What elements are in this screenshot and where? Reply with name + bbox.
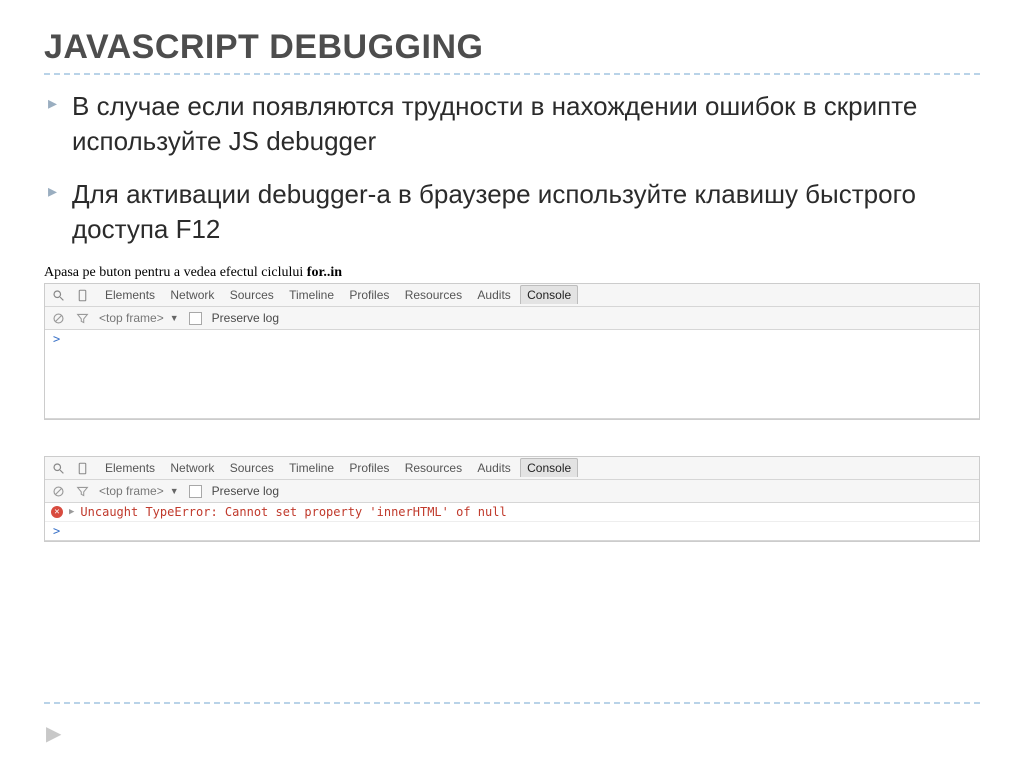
preserve-log-checkbox[interactable] (189, 312, 202, 325)
tab-sources[interactable]: Sources (224, 459, 280, 477)
slide: JAVASCRIPT DEBUGGING В случае если появл… (0, 0, 1024, 768)
devtools-panel-clean: Elements Network Sources Timeline Profil… (44, 283, 980, 420)
filter-icon[interactable] (75, 484, 89, 498)
console-prompt[interactable]: > (45, 330, 979, 348)
tab-elements[interactable]: Elements (99, 286, 161, 304)
preserve-log-label: Preserve log (212, 311, 279, 325)
frame-label: <top frame> (99, 311, 164, 325)
instruction-bold: for..in (307, 265, 342, 280)
devtools-panel-error: Elements Network Sources Timeline Profil… (44, 456, 980, 542)
device-icon[interactable] (75, 288, 89, 302)
devtools-tabs: Elements Network Sources Timeline Profil… (99, 461, 578, 475)
next-slide-icon[interactable]: ▶ (46, 721, 61, 746)
tab-resources[interactable]: Resources (399, 286, 468, 304)
tab-profiles[interactable]: Profiles (343, 286, 395, 304)
divider-bottom (44, 702, 980, 704)
instruction-prefix: Apasa pe buton pentru a vedea efectul ci… (44, 265, 307, 280)
clear-icon[interactable] (51, 311, 65, 325)
tab-profiles[interactable]: Profiles (343, 459, 395, 477)
tab-console[interactable]: Console (520, 285, 578, 304)
devtools-tabs: Elements Network Sources Timeline Profil… (99, 288, 578, 302)
search-icon[interactable] (51, 288, 65, 302)
device-icon[interactable] (75, 461, 89, 475)
frame-selector[interactable]: <top frame> ▼ (99, 484, 179, 498)
clear-icon[interactable] (51, 484, 65, 498)
chevron-down-icon: ▼ (170, 486, 179, 496)
console-output: > (45, 522, 979, 541)
slide-title: JAVASCRIPT DEBUGGING (44, 28, 980, 67)
tab-timeline[interactable]: Timeline (283, 286, 340, 304)
filter-icon[interactable] (75, 311, 89, 325)
tab-resources[interactable]: Resources (399, 459, 468, 477)
tab-audits[interactable]: Audits (471, 286, 516, 304)
console-toolbar: <top frame> ▼ Preserve log (45, 307, 979, 330)
console-output: > (45, 330, 979, 419)
bullet-item: Для активации debugger-а в браузере испо… (48, 177, 980, 247)
tab-console[interactable]: Console (520, 458, 578, 477)
expand-icon[interactable]: ▶ (69, 507, 74, 517)
bullet-list: В случае если появляются трудности в нах… (44, 89, 980, 247)
console-error-line[interactable]: ✕ ▶ Uncaught TypeError: Cannot set prope… (45, 503, 979, 522)
frame-selector[interactable]: <top frame> ▼ (99, 311, 179, 325)
bullet-item: В случае если появляются трудности в нах… (48, 89, 980, 159)
tab-network[interactable]: Network (164, 286, 220, 304)
tab-network[interactable]: Network (164, 459, 220, 477)
divider-top (44, 73, 980, 75)
error-text: Uncaught TypeError: Cannot set property … (80, 505, 506, 519)
tab-audits[interactable]: Audits (471, 459, 516, 477)
devtools-tabbar: Elements Network Sources Timeline Profil… (45, 284, 979, 307)
tab-sources[interactable]: Sources (224, 286, 280, 304)
devtools-tabbar: Elements Network Sources Timeline Profil… (45, 457, 979, 480)
preserve-log-checkbox[interactable] (189, 485, 202, 498)
search-icon[interactable] (51, 461, 65, 475)
console-toolbar: <top frame> ▼ Preserve log (45, 480, 979, 503)
chevron-down-icon: ▼ (170, 313, 179, 323)
tab-timeline[interactable]: Timeline (283, 459, 340, 477)
tab-elements[interactable]: Elements (99, 459, 161, 477)
frame-label: <top frame> (99, 484, 164, 498)
preserve-log-label: Preserve log (212, 484, 279, 498)
devtools-group: Apasa pe buton pentru a vedea efectul ci… (44, 265, 980, 542)
console-prompt[interactable]: > (45, 522, 979, 540)
instruction-text: Apasa pe buton pentru a vedea efectul ci… (44, 265, 980, 281)
error-icon: ✕ (51, 506, 63, 518)
